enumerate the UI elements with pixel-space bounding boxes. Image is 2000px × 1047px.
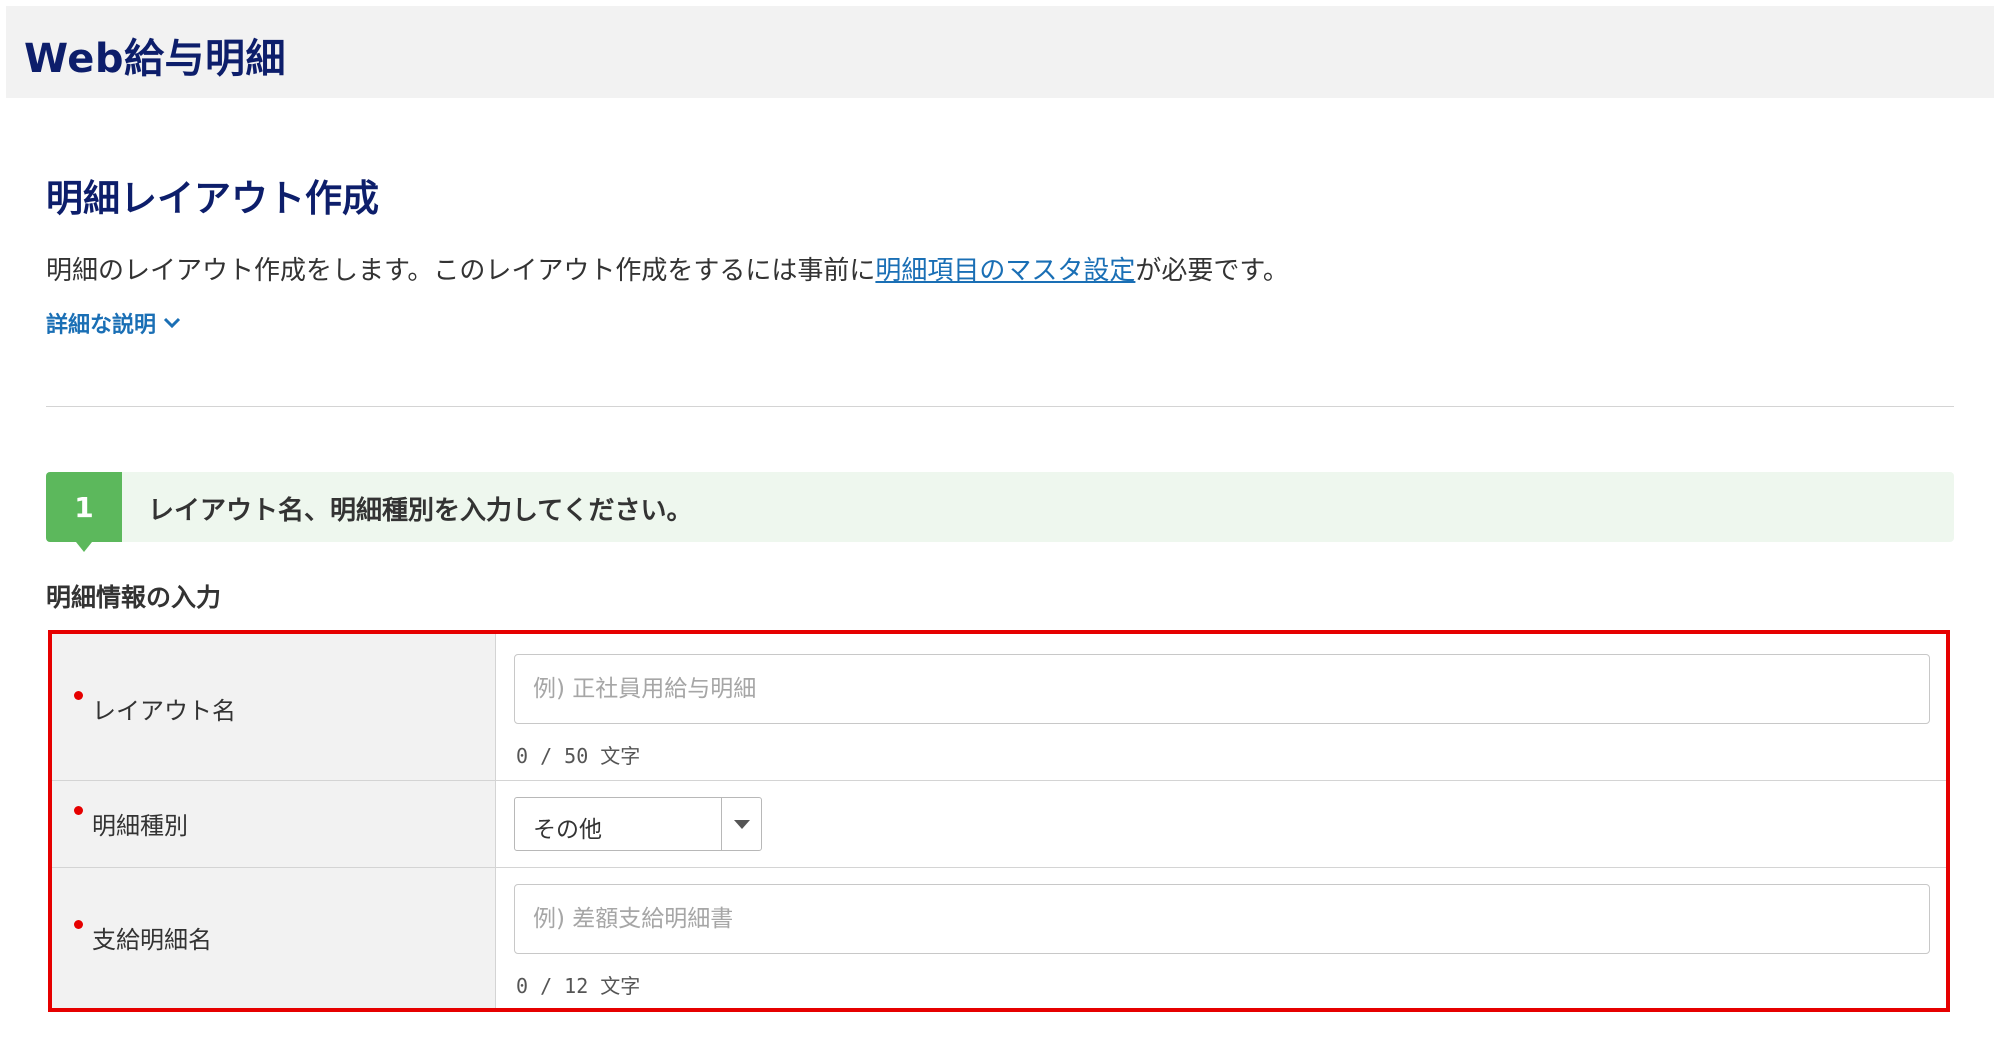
detail-type-selected-value: その他 [533, 817, 602, 843]
master-settings-link[interactable]: 明細項目のマスタ設定 [875, 256, 1135, 286]
required-mark [74, 920, 83, 929]
payment-name-char-counter: 0 / 12 文字 [516, 974, 641, 998]
step-instruction: レイアウト名、明細種別を入力してください。 [148, 496, 693, 526]
row-label-cell: レイアウト名 [52, 634, 496, 780]
step-badge-pointer [76, 542, 92, 552]
page-description: 明細のレイアウト作成をします。このレイアウト作成をするには事前に明細項目のマスタ… [46, 250, 1289, 287]
dropdown-button[interactable] [721, 798, 761, 850]
layout-name-char-counter: 0 / 50 文字 [516, 744, 641, 768]
section-divider [46, 406, 1954, 407]
caret-down-icon [733, 819, 750, 829]
detail-explanation-toggle[interactable]: 詳細な説明 [46, 307, 182, 339]
required-mark [74, 806, 83, 815]
page-title: 明細レイアウト作成 [46, 177, 379, 220]
section-title: 明細情報の入力 [46, 583, 222, 612]
form-table: レイアウト名 0 / 50 文字 明細種別 その他 支給明細名 [52, 634, 1946, 1008]
row-label-cell: 支給明細名 [52, 868, 496, 1008]
layout-name-label: レイアウト名 [92, 697, 236, 725]
description-text-end: が必要です。 [1135, 256, 1289, 286]
step-banner: 1 レイアウト名、明細種別を入力してください。 [46, 472, 1954, 552]
detail-info-form: レイアウト名 0 / 50 文字 明細種別 その他 支給明細名 [48, 630, 1950, 1012]
payment-name-input[interactable] [514, 884, 1930, 954]
app-title: Web給与明細 [24, 36, 286, 82]
detail-toggle-label: 詳細な説明 [46, 313, 157, 338]
form-row-detail-type: 明細種別 その他 [52, 781, 1946, 868]
detail-type-select[interactable]: その他 [514, 797, 762, 851]
chevron-down-icon [163, 317, 181, 329]
form-row-layout-name: レイアウト名 0 / 50 文字 [52, 634, 1946, 781]
payment-name-label: 支給明細名 [92, 926, 212, 954]
app-header: Web給与明細 [6, 6, 1994, 98]
row-label-cell: 明細種別 [52, 781, 496, 867]
detail-type-label: 明細種別 [92, 812, 188, 840]
step-number-badge: 1 [46, 472, 122, 542]
required-mark [74, 691, 83, 700]
form-row-payment-name: 支給明細名 0 / 12 文字 [52, 868, 1946, 1008]
description-text-start: 明細のレイアウト作成をします。このレイアウト作成をするには事前に [46, 256, 876, 286]
layout-name-input[interactable] [514, 654, 1930, 724]
